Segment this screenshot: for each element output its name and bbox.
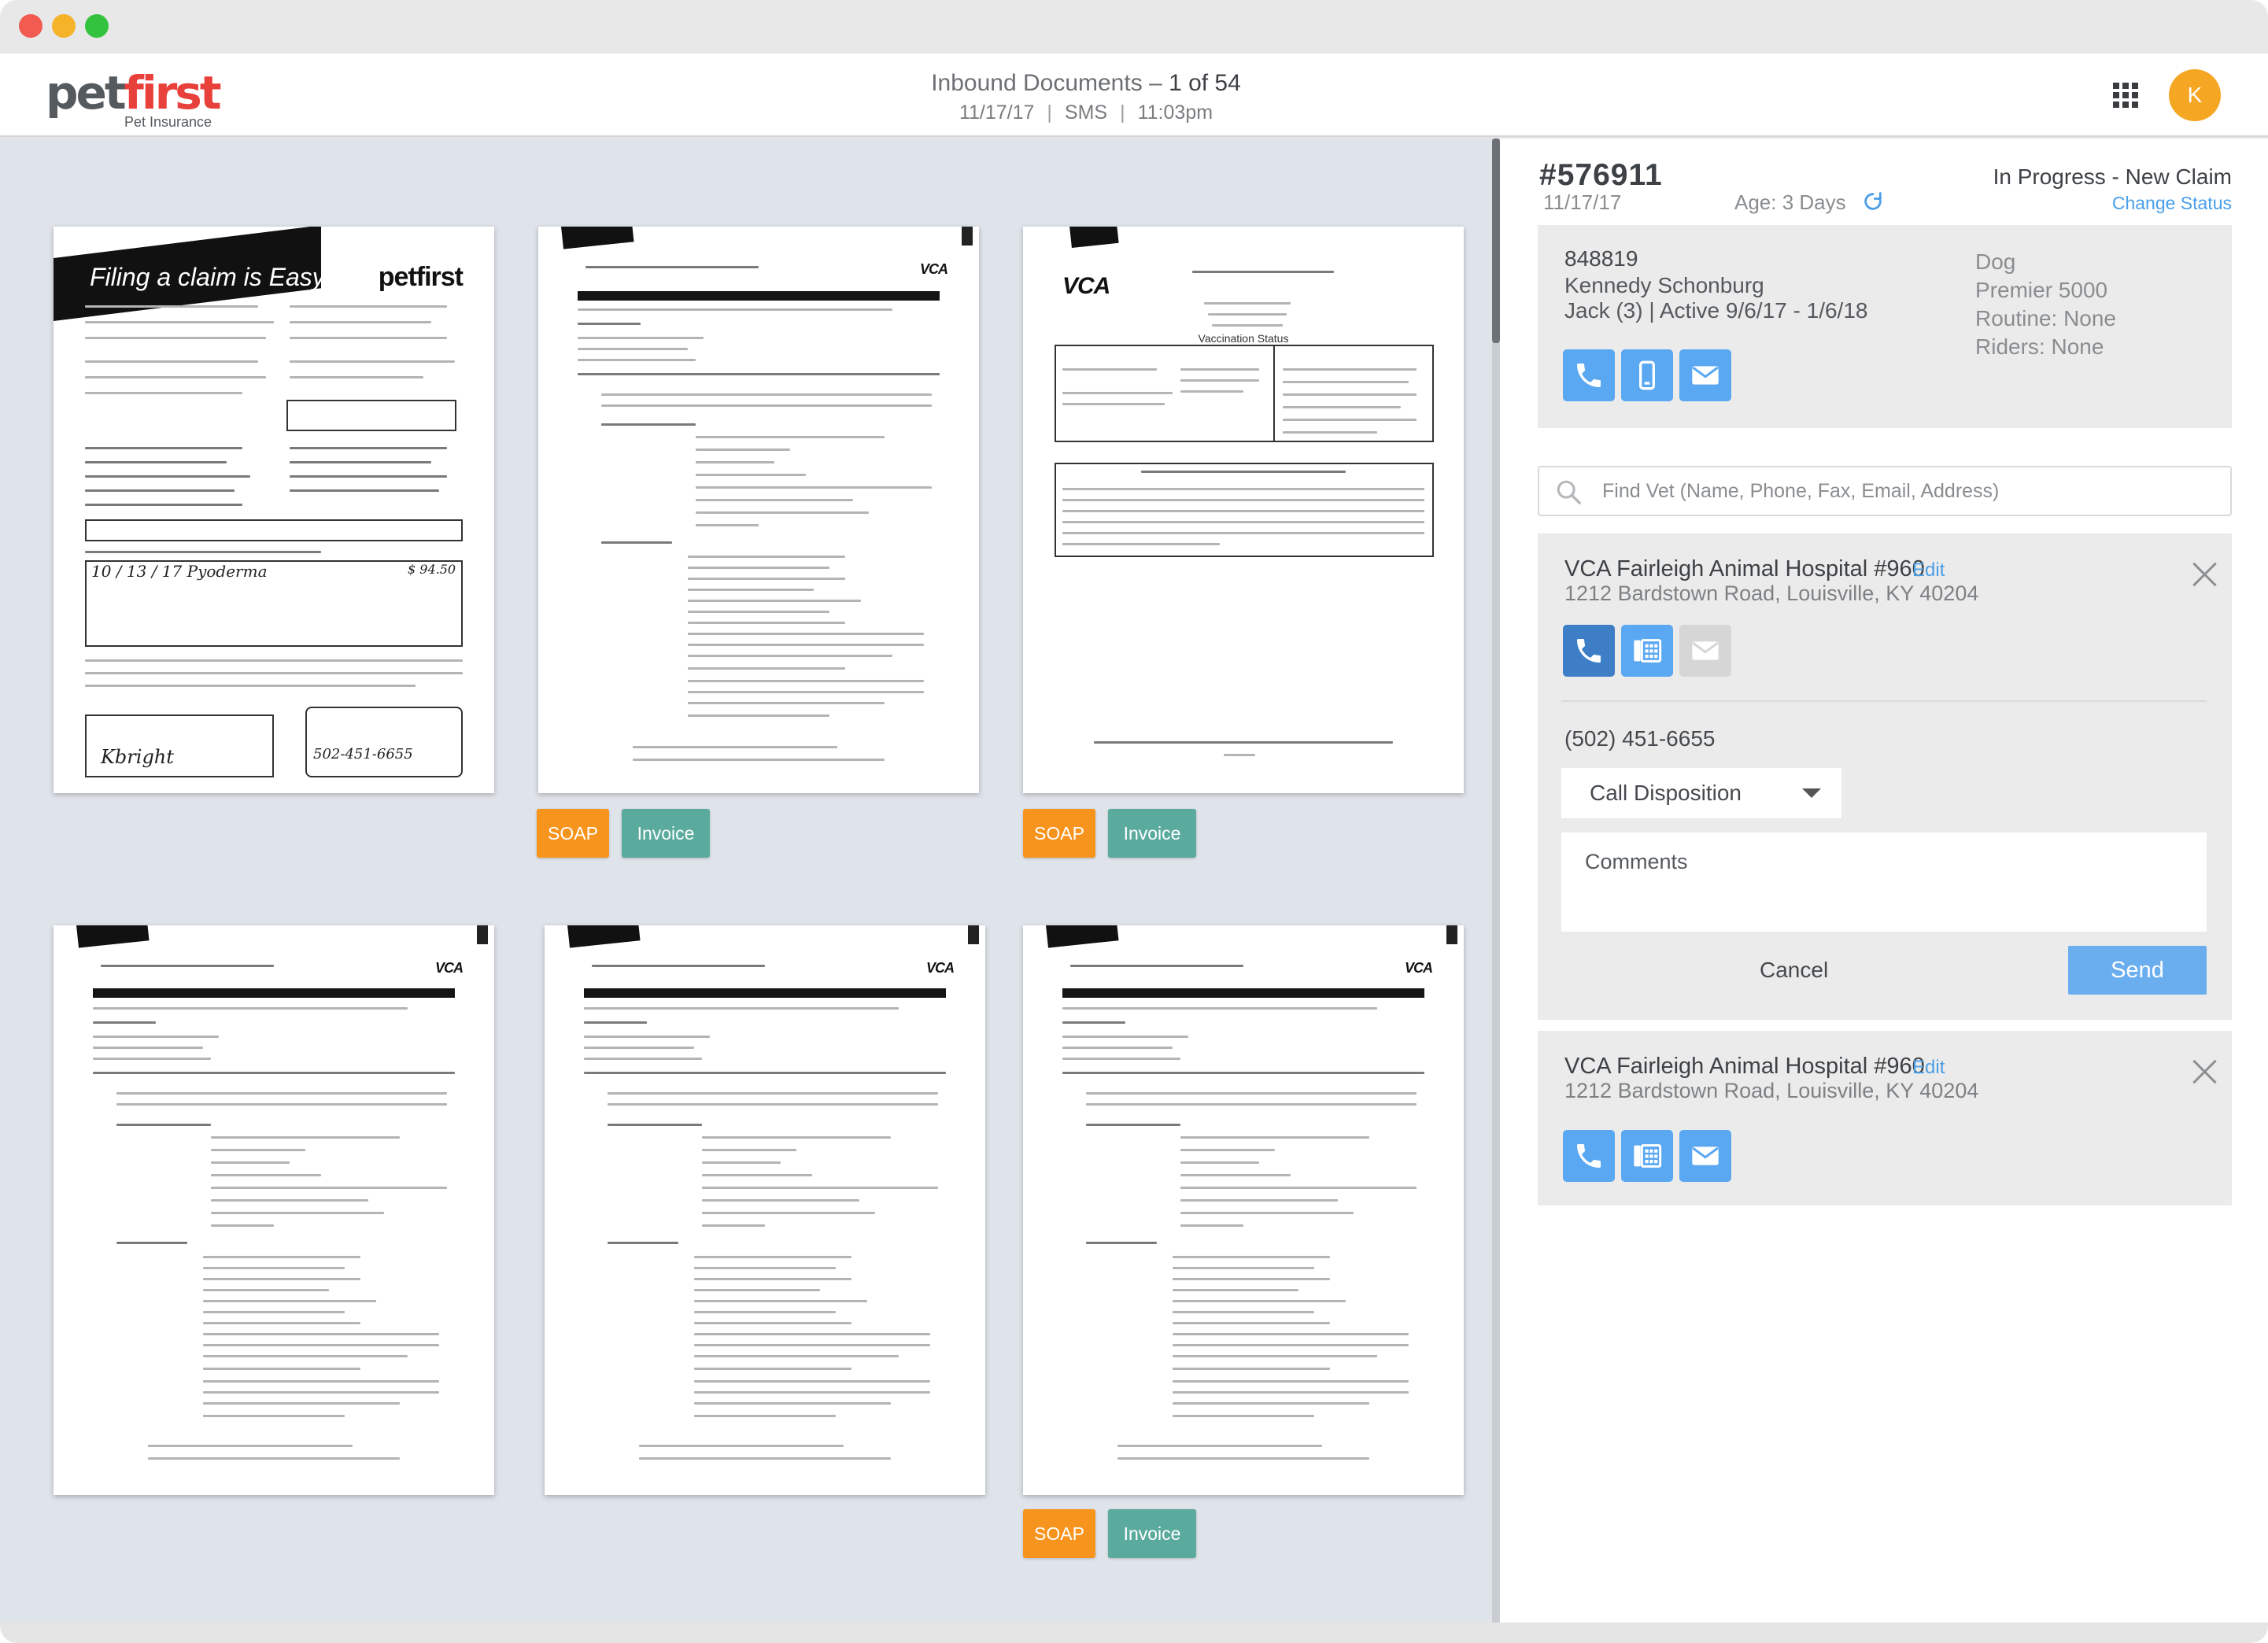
petfirst-logo[interactable]: petfirst Pet Insurance	[46, 66, 227, 129]
vca-logo: VCA	[1062, 273, 1110, 299]
claim-form-banner: Filing a claim is Easy!	[90, 263, 332, 291]
find-vet-input[interactable]	[1602, 475, 2216, 507]
comments-textarea[interactable]	[1561, 833, 2207, 932]
phone-icon	[1577, 364, 1601, 387]
change-status-link[interactable]: Change Status	[2112, 192, 2232, 214]
document-scrollbar[interactable]	[1492, 138, 1500, 1623]
document-scrollbar-thumb[interactable]	[1492, 138, 1500, 343]
queue-time: 11:03pm	[1137, 102, 1213, 124]
app-window: petfirst Pet Insurance Inbound Documents…	[0, 0, 2268, 1643]
vaccination-status-title: Vaccination Status	[1198, 332, 1289, 345]
fax-vet-button[interactable]	[1621, 625, 1673, 677]
email-icon	[1692, 641, 1719, 660]
email-icon	[1692, 1146, 1719, 1165]
document-queue-title: Inbound Documents – 1 of 54 11/17/17 | SMS…	[931, 70, 1241, 124]
document-thumbnail-medical-record[interactable]: VCA	[538, 227, 979, 793]
search-icon	[1557, 480, 1581, 504]
chevron-down-icon	[1802, 788, 1821, 798]
document-thumbnail-medical-record[interactable]: VCA	[54, 925, 494, 1495]
edit-vet-link[interactable]: Edit	[1912, 559, 1945, 582]
policy-number: 848819	[1564, 246, 1638, 271]
fax-icon	[1634, 1144, 1662, 1168]
claim-id: #576911	[1539, 158, 1663, 192]
text-owner-button[interactable]	[1621, 349, 1673, 401]
phone-icon	[1577, 1144, 1601, 1168]
close-icon[interactable]	[2192, 1059, 2218, 1084]
call-vet-button[interactable]	[1563, 1130, 1615, 1182]
policy-holder: Kennedy Schonburg	[1564, 273, 1764, 297]
edit-vet-link[interactable]: Edit	[1912, 1056, 1945, 1080]
pet-summary: Jack (3) | Active 9/6/17 - 1/6/18	[1564, 298, 1868, 323]
call-disposition-select[interactable]: Call Disposition	[1561, 768, 1841, 818]
email-icon	[1692, 366, 1719, 385]
invoice-button[interactable]: Invoice	[622, 809, 710, 858]
phone-icon	[1577, 639, 1601, 663]
user-avatar[interactable]: K	[2169, 69, 2221, 121]
queue-source: SMS	[1064, 102, 1108, 124]
invoice-button[interactable]: Invoice	[1108, 809, 1196, 858]
email-owner-button[interactable]	[1679, 349, 1731, 401]
claim-status: In Progress - New Claim	[1993, 164, 2232, 189]
claim-date: 11/17/17	[1543, 190, 1622, 214]
pet-species: Dog	[1975, 249, 2016, 274]
document-thumbnail-claim-form[interactable]: Filing a claim is Easy! petfirst 10 / 13…	[54, 227, 494, 793]
call-disposition-value: Call Disposition	[1590, 781, 1742, 805]
call-vet-button[interactable]	[1563, 625, 1615, 677]
vet-phone-number: (502) 451-6655	[1564, 726, 1716, 751]
find-vet-search	[1538, 466, 2232, 516]
document-thumbnail-medical-record[interactable]: VCA	[1023, 925, 1464, 1495]
soap-button[interactable]: SOAP	[537, 809, 609, 858]
vet-address: 1212 Bardstown Road, Louisville, KY 4020…	[1564, 582, 1979, 605]
soap-button[interactable]: SOAP	[1023, 809, 1095, 858]
call-owner-button[interactable]	[1563, 349, 1615, 401]
claim-age: Age: 3 Days	[1734, 190, 1846, 214]
policy-routine: Routine: None	[1975, 306, 2117, 330]
queue-title-label: Inbound Documents –	[931, 70, 1162, 96]
document-thumbnail-vaccination[interactable]: VCA Vaccination Status	[1023, 227, 1464, 793]
policy-plan: Premier 5000	[1975, 278, 2108, 302]
fax-vet-button[interactable]	[1621, 1130, 1673, 1182]
mobile-icon	[1639, 360, 1655, 390]
zoom-window-button[interactable]	[85, 14, 109, 38]
minimize-window-button[interactable]	[52, 14, 76, 38]
email-vet-button[interactable]	[1679, 1130, 1731, 1182]
grid-icon[interactable]	[2113, 83, 2138, 108]
fax-icon	[1634, 639, 1662, 663]
refresh-icon[interactable]	[1862, 190, 1884, 212]
logo-first-text: first	[124, 66, 222, 120]
window-titlebar	[0, 0, 2268, 54]
claim-form-logo: petfirst	[378, 262, 464, 292]
queue-position: 1 of 54	[1169, 70, 1241, 96]
vet-name: VCA Fairleigh Animal Hospital #960	[1564, 556, 1925, 582]
invoice-button[interactable]: Invoice	[1108, 1509, 1196, 1558]
soap-button[interactable]: SOAP	[1023, 1509, 1095, 1558]
vet-address: 1212 Bardstown Road, Louisville, KY 4020…	[1564, 1079, 1979, 1102]
logo-pet-text: pet	[46, 66, 127, 120]
document-thumbnail-medical-record[interactable]: VCA	[545, 925, 985, 1495]
vet-card-expanded: VCA Fairleigh Animal Hospital #960 Edit …	[1538, 534, 2232, 1020]
cancel-button[interactable]: Cancel	[1760, 957, 1828, 984]
close-icon[interactable]	[2192, 562, 2218, 587]
send-button[interactable]: Send	[2068, 946, 2207, 995]
policy-card: 848819 Kennedy Schonburg Jack (3) | Acti…	[1538, 225, 2232, 428]
vet-name: VCA Fairleigh Animal Hospital #960	[1564, 1054, 1925, 1079]
vet-card-divider	[1561, 700, 2207, 702]
close-window-button[interactable]	[19, 14, 42, 38]
email-vet-button[interactable]	[1679, 625, 1731, 677]
claim-detail-panel: #576911 11/17/17 Age: 3 Days In Progress…	[1500, 138, 2268, 1623]
app-header: petfirst Pet Insurance Inbound Documents…	[0, 54, 2268, 137]
logo-tagline: Pet Insurance	[124, 114, 212, 130]
queue-date: 11/17/17	[959, 102, 1035, 124]
vet-card: VCA Fairleigh Animal Hospital #960 Edit …	[1538, 1031, 2232, 1205]
policy-riders: Riders: None	[1975, 334, 2104, 359]
